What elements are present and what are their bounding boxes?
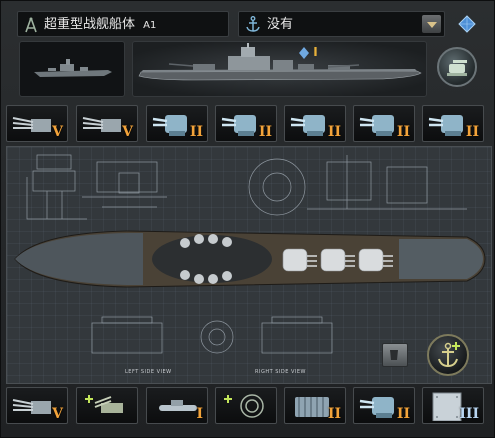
left-side-view-label: LEFT SIDE VIEW	[125, 369, 172, 375]
ship-thumbnail[interactable]	[19, 41, 125, 97]
slot-level: I	[196, 406, 203, 422]
add-radar-icon	[224, 394, 264, 418]
module-selected: 没有	[267, 17, 294, 32]
slot-level: II	[327, 406, 341, 422]
slot-level: II	[258, 124, 272, 140]
bucket-icon	[390, 350, 398, 360]
blueprint-drawing	[14, 154, 486, 354]
blueprint-area: LEFT SIDE VIEW RIGHT SIDE VIEW	[6, 146, 492, 384]
upgrade-level: I	[313, 45, 318, 59]
slot-level: II	[327, 124, 341, 140]
slot-level: V	[122, 124, 133, 140]
upgrade-badge: I	[299, 45, 325, 61]
slot-top-4[interactable]: II	[215, 105, 277, 142]
slot-top-5[interactable]: II	[284, 105, 346, 142]
slot-bottom-4[interactable]	[215, 387, 277, 424]
battleship-render	[138, 43, 422, 81]
hull-name: 超重型战舰船体	[44, 17, 136, 32]
slot-top-6[interactable]: II	[353, 105, 415, 142]
slot-level: V	[52, 406, 63, 422]
module-selector[interactable]: 没有	[238, 11, 445, 37]
slot-bottom-3[interactable]: I	[146, 387, 208, 424]
slot-level: II	[396, 406, 410, 422]
slot-bottom-5[interactable]: II	[284, 387, 346, 424]
dropdown-arrow-icon[interactable]	[422, 15, 441, 33]
slot-level: III	[459, 406, 479, 422]
ship-design-panel: 超重型战舰船体 A1 没有 I V V II II II II II LEFT …	[0, 0, 495, 438]
right-side-view-label: RIGHT SIDE VIEW	[255, 369, 306, 375]
slot-level: II	[189, 124, 203, 140]
add-aa-gun-icon	[85, 395, 123, 413]
slot-top-3[interactable]: II	[146, 105, 208, 142]
turret-icon	[447, 60, 467, 76]
add-module-button[interactable]	[427, 334, 469, 376]
slot-top-1[interactable]: V	[6, 105, 68, 142]
slot-bottom-7[interactable]: III	[422, 387, 484, 424]
turret-view-button[interactable]	[437, 47, 477, 87]
hull-selector[interactable]: 超重型战舰船体 A1	[17, 11, 229, 37]
slot-bottom-1[interactable]: V	[6, 387, 68, 424]
anchor-icon	[246, 16, 260, 32]
blue-gem-icon	[299, 46, 309, 59]
slot-level: V	[52, 124, 63, 140]
gem-icon[interactable]	[458, 15, 476, 33]
slot-top-7[interactable]: II	[422, 105, 484, 142]
paint-bucket-button[interactable]	[382, 343, 408, 367]
slot-level: II	[465, 124, 479, 140]
slot-top-2[interactable]: V	[76, 105, 138, 142]
hull-suffix: A1	[143, 20, 157, 31]
slot-level: II	[396, 124, 410, 140]
compass-icon	[25, 17, 37, 33]
ship-preview	[132, 41, 427, 97]
anchor-plus-icon	[438, 342, 460, 368]
slot-bottom-2[interactable]	[76, 387, 138, 424]
ship-silhouette-icon	[34, 59, 112, 77]
slot-bottom-6[interactable]: II	[353, 387, 415, 424]
